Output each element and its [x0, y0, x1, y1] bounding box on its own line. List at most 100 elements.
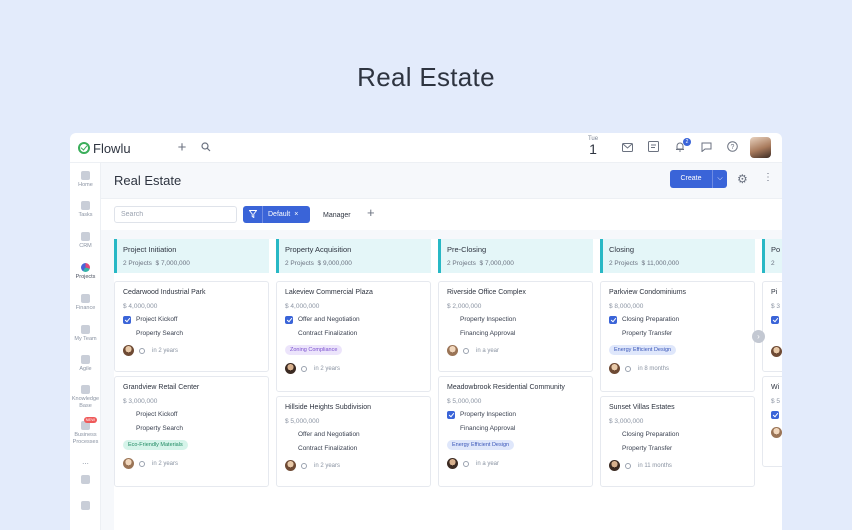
sidebar-item-finance[interactable]: Finance [70, 294, 101, 311]
checkbox[interactable] [447, 316, 455, 324]
filter-icon[interactable] [243, 206, 263, 223]
task-row[interactable]: Property Transfer [609, 329, 746, 338]
checkbox[interactable] [609, 330, 617, 338]
plus-icon[interactable]: + [175, 140, 189, 155]
column-header[interactable]: Project Initiation 2 Projects $ 7,000,00… [114, 239, 269, 273]
task-row[interactable]: Contract Finalization [285, 444, 422, 453]
checkbox-checked[interactable] [285, 315, 293, 324]
column-header[interactable]: Po 2 [762, 239, 782, 273]
sidebar-item-projects[interactable]: Projects [70, 263, 101, 280]
task-row[interactable]: Property Transfer [609, 444, 746, 453]
task-row[interactable]: Property Inspection [447, 410, 584, 419]
assignee-avatar[interactable] [771, 427, 782, 438]
checkbox[interactable] [123, 411, 131, 419]
assignee-avatar[interactable] [609, 460, 620, 471]
task-row[interactable]: Property Inspection [447, 315, 584, 324]
task-row[interactable]: Offer and Negotiation [285, 430, 422, 439]
project-card[interactable]: Wi $ 5 [762, 376, 782, 467]
checkbox[interactable] [123, 425, 131, 433]
search-icon[interactable] [199, 141, 213, 155]
sidebar-item-home[interactable]: Home [70, 171, 101, 188]
project-card[interactable]: Hillside Heights Subdivision $ 5,000,000… [276, 396, 431, 487]
close-icon[interactable]: × [290, 206, 298, 223]
column-header[interactable]: Closing 2 Projects $ 11,000,000 [600, 239, 755, 273]
mail-icon[interactable] [620, 141, 634, 155]
sidebar-item-knowledge-base[interactable]: Knowledge Base [70, 385, 101, 410]
sidebar-extra-item[interactable] [70, 501, 101, 512]
bell-icon[interactable]: 2 [673, 138, 691, 155]
checkbox-checked[interactable] [609, 315, 617, 324]
project-card[interactable]: Pi $ 3 [762, 281, 782, 372]
project-card[interactable]: Grandview Retail Center $ 3,000,000 Proj… [114, 376, 269, 487]
project-card[interactable]: Cedarwood Industrial Park $ 4,000,000 Pr… [114, 281, 269, 372]
checkbox[interactable] [609, 445, 617, 453]
project-card[interactable]: Lakeview Commercial Plaza $ 4,000,000 Of… [276, 281, 431, 392]
assignee-avatar[interactable] [285, 363, 296, 374]
date-widget[interactable]: Tue 1 [585, 136, 601, 156]
sidebar-extra-item[interactable] [70, 475, 101, 486]
tag-badge[interactable]: Zoning Compliance [285, 345, 343, 355]
help-icon[interactable]: ? [725, 141, 739, 155]
project-card[interactable]: Riverside Office Complex $ 2,000,000 Pro… [438, 281, 593, 372]
checkbox-checked[interactable] [447, 410, 455, 419]
sidebar-item-agile[interactable]: Agile [70, 355, 101, 372]
filter-manager-chip[interactable]: Manager [317, 206, 357, 223]
sidebar-item-crm[interactable]: CRM [70, 232, 101, 249]
checkbox[interactable] [447, 330, 455, 338]
task-row[interactable]: Offer and Negotiation [285, 315, 422, 324]
project-card[interactable]: Sunset Villas Estates $ 3,000,000 Closin… [600, 396, 755, 487]
assignee-avatar[interactable] [123, 458, 134, 469]
scroll-right-chevron-icon[interactable]: › [752, 330, 765, 343]
assignee-avatar[interactable] [771, 346, 782, 357]
checkbox[interactable] [609, 431, 617, 439]
column-header[interactable]: Pre-Closing 2 Projects $ 7,000,000 [438, 239, 593, 273]
user-avatar[interactable] [750, 137, 771, 158]
assignee-avatar[interactable] [447, 458, 458, 469]
tag-badge[interactable]: Eco-Friendly Materials [123, 440, 188, 450]
task-row[interactable]: Property Search [123, 424, 260, 433]
sidebar-item-my-team[interactable]: My Team [70, 325, 101, 342]
checkbox[interactable] [285, 445, 293, 453]
gear-icon[interactable]: ⚙ [737, 172, 748, 186]
sidebar-item-business-processes[interactable]: NEW Business Processes [70, 417, 101, 446]
task-row[interactable] [771, 315, 782, 324]
task-row[interactable]: Project Kickoff [123, 315, 260, 324]
chat-icon[interactable] [699, 141, 713, 155]
task-row[interactable]: Closing Preparation [609, 430, 746, 439]
task-row[interactable]: Property Search [123, 329, 260, 338]
task-row[interactable] [771, 410, 782, 419]
checkbox[interactable] [285, 431, 293, 439]
checkbox-checked[interactable] [771, 315, 779, 324]
task-label: Property Transfer [622, 445, 673, 452]
chevron-down-icon[interactable]: ⌵ [712, 170, 727, 188]
task-row[interactable]: Contract Finalization [285, 329, 422, 338]
checkbox[interactable] [447, 425, 455, 433]
task-row[interactable]: Financing Approval [447, 329, 584, 338]
project-card[interactable]: Parkview Condominiums $ 8,000,000 Closin… [600, 281, 755, 392]
checkbox-checked[interactable] [771, 410, 779, 419]
checkbox-checked[interactable] [123, 315, 131, 324]
tag-badge[interactable]: Energy Efficient Design [609, 345, 677, 355]
task-row[interactable]: Project Kickoff [123, 410, 260, 419]
checkbox[interactable] [123, 330, 131, 338]
assignee-avatar[interactable] [447, 345, 458, 356]
checkbox[interactable] [285, 330, 293, 338]
task-row[interactable]: Closing Preparation [609, 315, 746, 324]
notes-icon[interactable] [646, 141, 660, 155]
filter-default-chip[interactable]: Default × [243, 206, 310, 223]
sidebar-item-tasks[interactable]: Tasks [70, 201, 101, 218]
search-input[interactable] [114, 206, 237, 223]
task-row[interactable]: Financing Approval [447, 424, 584, 433]
sidebar-more[interactable]: ... [70, 457, 101, 466]
tag-badge[interactable]: Energy Efficient Design [447, 440, 515, 450]
assignee-avatar[interactable] [123, 345, 134, 356]
add-filter-plus-icon[interactable]: + [367, 205, 375, 220]
logo[interactable]: Flowlu [78, 140, 131, 156]
project-card[interactable]: Meadowbrook Residential Community $ 5,00… [438, 376, 593, 487]
more-vertical-icon[interactable]: ⋮ [763, 172, 773, 183]
app-window: Flowlu + Tue 1 2 ? Home Tasks CRM Projec… [70, 133, 782, 530]
create-button[interactable]: Create ⌵ [670, 170, 727, 188]
assignee-avatar[interactable] [285, 460, 296, 471]
assignee-avatar[interactable] [609, 363, 620, 374]
column-header[interactable]: Property Acquisition 2 Projects $ 9,000,… [276, 239, 431, 273]
